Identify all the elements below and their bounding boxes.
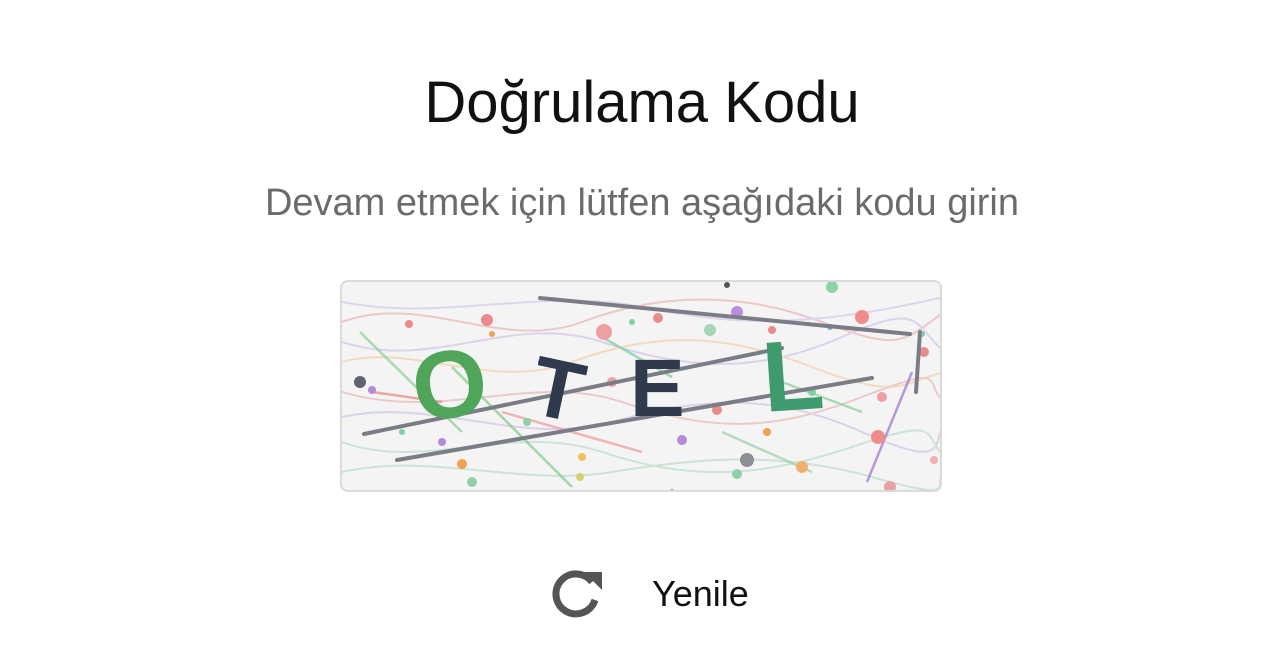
captcha-graphic: O T E L	[342, 282, 940, 490]
captcha-letter-3: E	[630, 343, 685, 434]
page-title: Doğrulama Kodu	[424, 70, 860, 135]
refresh-icon[interactable]	[548, 566, 604, 622]
captcha-letter-4: L	[758, 318, 827, 434]
captcha-page: Doğrulama Kodu Devam etmek için lütfen a…	[0, 0, 1284, 662]
captcha-image: O T E L	[340, 280, 942, 492]
refresh-label[interactable]: Yenile	[652, 573, 749, 615]
refresh-button[interactable]: Yenile	[548, 562, 749, 626]
captcha-letter-2: T	[523, 338, 593, 441]
captcha-letter-1: O	[405, 327, 494, 443]
page-subtitle: Devam etmek için lütfen aşağıdaki kodu g…	[264, 182, 1020, 224]
